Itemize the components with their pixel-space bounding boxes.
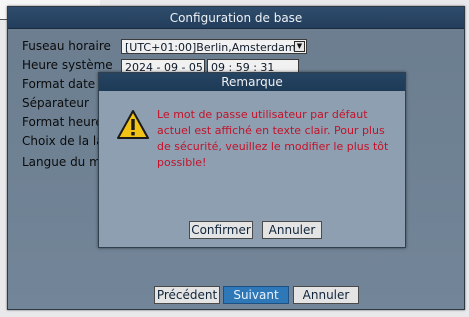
timezone-value: [UTC+01:00]Berlin,Amsterdam	[125, 41, 296, 54]
remark-title: Remarque	[99, 73, 405, 91]
system-time-label: Heure système	[22, 58, 113, 72]
remark-modal: Remarque Le mot de passe utilisateur par…	[98, 72, 406, 248]
next-button[interactable]: Suivant	[223, 286, 289, 304]
date-format-label: Format date	[22, 77, 96, 91]
cancel-button[interactable]: Annuler	[262, 221, 322, 239]
timezone-label: Fuseau horaire	[22, 39, 111, 53]
dialog-title: Configuration de base	[8, 7, 464, 29]
footer-cancel-button[interactable]: Annuler	[293, 286, 359, 304]
warning-icon	[117, 110, 149, 139]
language-choice-label: Choix de la lar	[22, 134, 100, 148]
previous-button[interactable]: Précédent	[154, 286, 220, 304]
timezone-select[interactable]: [UTC+01:00]Berlin,Amsterdam ▼	[121, 39, 307, 54]
time-format-label: Format heure	[22, 115, 100, 129]
chevron-down-icon[interactable]: ▼	[294, 41, 305, 52]
menu-language-label: Langue du me	[22, 155, 100, 169]
separator-label: Séparateur	[22, 96, 89, 110]
remark-message: Le mot de passe utilisateur par défaut a…	[157, 108, 389, 169]
confirm-button[interactable]: Confirmer	[189, 221, 253, 239]
